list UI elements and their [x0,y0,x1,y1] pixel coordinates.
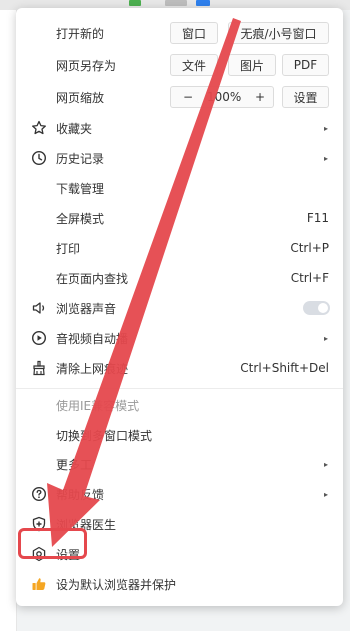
broom-icon [30,359,48,377]
help-label: 帮助反馈 [56,487,105,502]
submenu-arrow-icon: ▸ [323,489,328,499]
menu-item-help[interactable]: 帮助反馈 ▸ [16,479,343,509]
zoom-in-button[interactable]: + [255,90,265,104]
default-browser-label: 设为默认浏览器并保护 [56,577,177,592]
menu-row-save-as: 网页另存为 文件 图片 PDF [16,50,343,80]
sound-toggle[interactable] [303,301,330,315]
menu-divider [16,388,343,389]
fullscreen-shortcut: F11 [306,211,329,225]
zoom-label: 网页缩放 [56,90,105,105]
star-icon [30,119,48,137]
tab-fragment-green [129,0,141,6]
tab-fragment-blue [196,0,210,6]
new-incognito-window-button[interactable]: 无痕/小号窗口 [228,22,329,44]
tab-fragment-gray [165,0,187,6]
page-background-left [0,10,17,631]
menu-item-default-browser[interactable]: 设为默认浏览器并保护 [16,569,343,599]
submenu-arrow-icon: ▸ [323,123,328,133]
clear-data-label: 清除上网痕迹 [56,361,129,376]
play-circle-icon [30,329,48,347]
menu-item-more-tools[interactable]: 更多工 ▸ [16,449,343,479]
zoom-control: − 100% + [170,86,274,108]
menu-item-downloads[interactable]: 下载管理 [16,173,343,203]
menu-item-autoplay[interactable]: 音视频自动播 ▸ [16,323,343,353]
clock-icon [30,149,48,167]
menu-row-open-new: 打开新的 窗口 无痕/小号窗口 [16,18,343,48]
submenu-arrow-icon: ▸ [323,333,328,343]
thumbs-up-icon [30,575,48,593]
print-shortcut: Ctrl+P [290,241,329,255]
print-label: 打印 [56,241,81,256]
new-window-button[interactable]: 窗口 [170,22,218,44]
menu-item-sound[interactable]: 浏览器声音 [16,293,343,323]
menu-item-favorites[interactable]: 收藏夹 ▸ [16,113,343,143]
find-label: 在页面内查找 [56,271,129,286]
zoom-out-button[interactable]: − [183,90,193,104]
submenu-arrow-icon: ▸ [323,459,328,469]
save-as-pdf-button[interactable]: PDF [282,54,329,76]
more-tools-label: 更多工 [56,457,93,472]
clear-data-shortcut: Ctrl+Shift+Del [240,361,329,375]
menu-item-history[interactable]: 历史记录 ▸ [16,143,343,173]
speaker-icon [30,299,48,317]
submenu-arrow-icon: ▸ [323,153,328,163]
ie-mode-label: 使用IE兼容模式 [56,398,140,413]
zoom-level-value: 100% [207,90,242,104]
browser-main-menu: 打开新的 窗口 无痕/小号窗口 网页另存为 文件 图片 PDF 网页缩放 − 1… [16,8,343,606]
menu-item-ie-mode: 使用IE兼容模式 [16,390,343,420]
save-as-file-button[interactable]: 文件 [170,54,218,76]
open-new-label: 打开新的 [56,26,105,41]
menu-row-zoom: 网页缩放 − 100% + 设置 [16,82,343,112]
page: 打开新的 窗口 无痕/小号窗口 网页另存为 文件 图片 PDF 网页缩放 − 1… [0,0,350,631]
menu-item-find[interactable]: 在页面内查找 Ctrl+F [16,263,343,293]
multi-window-label: 切换到多窗口模式 [56,428,153,443]
autoplay-label: 音视频自动播 [56,331,129,346]
favorites-label: 收藏夹 [56,121,93,136]
menu-item-print[interactable]: 打印 Ctrl+P [16,233,343,263]
annotation-highlight-box [18,528,87,559]
question-circle-icon [30,485,48,503]
history-label: 历史记录 [56,151,105,166]
save-as-label: 网页另存为 [56,58,117,73]
save-as-image-button[interactable]: 图片 [228,54,276,76]
sound-label: 浏览器声音 [56,301,117,316]
fullscreen-label: 全屏模式 [56,211,105,226]
menu-item-clear-data[interactable]: 清除上网痕迹 Ctrl+Shift+Del [16,353,343,383]
menu-item-fullscreen[interactable]: 全屏模式 F11 [16,203,343,233]
find-shortcut: Ctrl+F [290,271,329,285]
downloads-label: 下载管理 [56,181,105,196]
menu-item-multi-window[interactable]: 切换到多窗口模式 [16,420,343,450]
zoom-settings-button[interactable]: 设置 [282,86,329,108]
